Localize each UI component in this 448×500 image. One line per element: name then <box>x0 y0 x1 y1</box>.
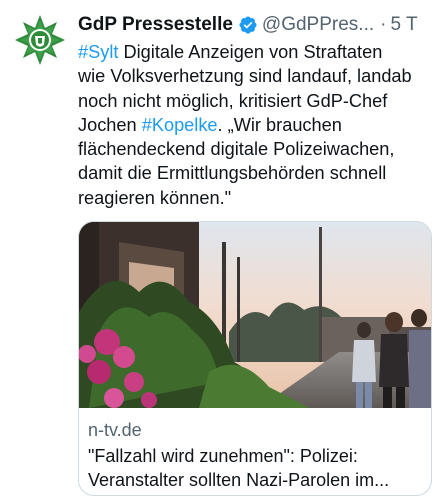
tweet-text-segment: Digitale Anzeigen von Straftaten <box>118 42 383 62</box>
hashtag-link[interactable]: #Kopelke <box>142 115 218 135</box>
verified-badge-icon[interactable] <box>238 15 258 35</box>
author-name[interactable]: GdP Pressestelle <box>78 14 233 36</box>
card-title: "Fallzahl wird zunehmen": Polizei: Veran… <box>88 444 428 492</box>
link-preview-card[interactable]: n-tv.de "Fallzahl wird zunehmen": Polize… <box>78 221 432 496</box>
tweet-header: GdP Pressestelle @GdPPres... · 5 T <box>78 12 448 38</box>
tweet-line: reagieren können." <box>78 187 232 208</box>
timestamp[interactable]: 5 T <box>390 14 417 36</box>
card-title-line: Veranstalter sollten Nazi-Parolen im... <box>88 470 390 490</box>
tweet-line: noch nicht möglich, kritisiert GdP-Chef <box>78 90 388 111</box>
tweet-line: wie Volksverhetzung sind landauf, landab <box>78 66 412 87</box>
tweet-line: Jochen #Kopelke. „Wir brauchen <box>78 113 440 137</box>
tweet-line: flächendeckend digitale Polizeiwachen, <box>78 139 395 160</box>
tweet-line: damit die Ermittlungsbehörden schnell <box>78 163 387 184</box>
card-image <box>79 222 431 408</box>
card-title-line: "Fallzahl wird zunehmen": Polizei: <box>88 446 358 466</box>
hashtag-link[interactable]: #Sylt <box>78 42 118 62</box>
separator-dot: · <box>380 14 387 35</box>
tweet-line: #Sylt Digitale Anzeigen von Straftaten <box>78 40 440 64</box>
tweet-text-segment: Jochen <box>78 114 142 135</box>
tweet-text-segment: . „Wir brauchen <box>217 114 342 135</box>
avatar[interactable] <box>14 14 66 66</box>
police-star-emblem-icon <box>15 15 65 65</box>
tweet-text: #Sylt Digitale Anzeigen von Straftaten w… <box>78 40 440 210</box>
card-domain: n-tv.de <box>88 420 142 440</box>
author-handle[interactable]: @GdPPres... <box>262 14 374 36</box>
